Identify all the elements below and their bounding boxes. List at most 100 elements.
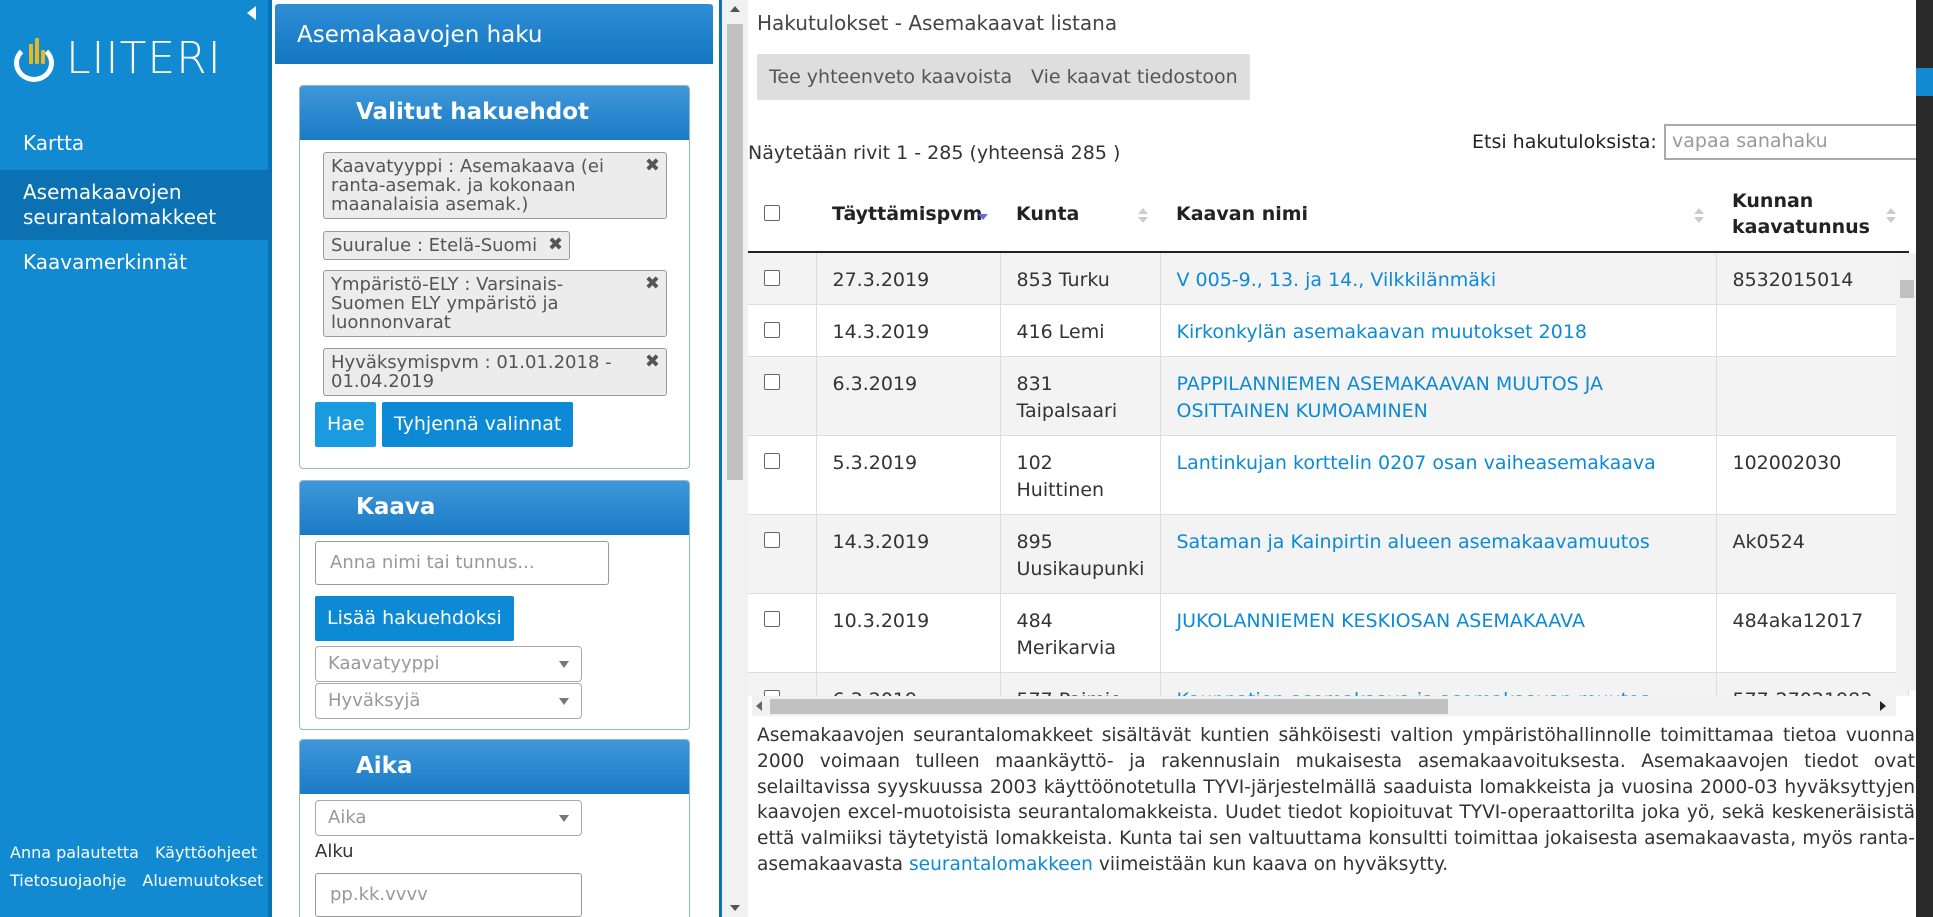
row-checkbox-cell [748, 514, 817, 594]
scroll-right-icon[interactable] [1880, 701, 1886, 711]
kunta-cell: 895 Uusikaupunki [1016, 531, 1145, 580]
kaavatunnus-cell: 8532015014 [1716, 251, 1909, 305]
results-title: Hakutulokset - Asemakaavat listana [757, 11, 1118, 35]
row-checkbox[interactable] [764, 611, 780, 627]
scrollbar-thumb[interactable] [1900, 280, 1914, 298]
kaavatunnus-cell: Ak0524 [1732, 531, 1805, 553]
aika-select[interactable]: Aika [315, 800, 582, 836]
remove-criteria-icon[interactable]: ✖ [548, 235, 563, 254]
privacy-link[interactable]: Tietosuojaohje [10, 871, 126, 890]
scrollbar-thumb[interactable] [770, 699, 1448, 714]
remove-criteria-icon[interactable]: ✖ [645, 156, 660, 175]
kaava-name-link[interactable]: PAPPILANNIEMEN ASEMAKAAVAN MUUTOS JA OSI… [1177, 373, 1604, 422]
kaavatunnus-cell [1716, 304, 1909, 357]
kaava-name-cell: JUKOLANNIEMEN KESKIOSAN ASEMAKAAVA [1160, 593, 1717, 673]
nav-item-kaavamerkinnat[interactable]: Kaavamerkinnät [0, 250, 268, 275]
aika-select-value: Aika [328, 807, 367, 828]
kaava-name-link[interactable]: Sataman ja Kainpirtin alueen asemakaavam… [1177, 531, 1650, 553]
search-button[interactable]: Hae [315, 402, 376, 447]
date-cell: 6.3.2019 [816, 672, 1001, 696]
export-button[interactable]: Vie kaavat tiedostoon [1019, 54, 1250, 100]
table-horizontal-scrollbar[interactable] [752, 696, 1896, 716]
logo[interactable]: LIITERI [14, 34, 222, 84]
date-cell: 5.3.2019 [816, 435, 1001, 515]
kaavatunnus-cell: 8532015014 [1732, 269, 1854, 291]
clear-selections-button[interactable]: Tyhjennä valinnat [382, 402, 574, 447]
kunta-cell: 853 Turku [1016, 269, 1110, 291]
row-checkbox-cell [748, 304, 817, 357]
kaavatyyppi-select-value: Kaavatyyppi [328, 653, 440, 674]
add-criteria-button[interactable]: Lisää hakuehdoksi [315, 596, 514, 641]
scrollbar-thumb[interactable] [727, 24, 743, 480]
kaava-heading[interactable]: Kaava [300, 481, 689, 535]
select-all-checkbox[interactable] [764, 204, 780, 221]
remove-criteria-icon[interactable]: ✖ [645, 352, 660, 371]
row-checkbox[interactable] [764, 374, 780, 390]
kaava-name-link[interactable]: Kirkonkylän asemakaavan muutokset 2018 [1177, 321, 1588, 343]
column-header-tayttamispvm[interactable]: Täyttämispvm [816, 176, 1000, 253]
summary-button[interactable]: Tee yhteenveto kaavoista [757, 54, 1025, 100]
scroll-up-icon[interactable] [730, 6, 740, 12]
row-checkbox-cell [748, 672, 817, 696]
criteria-chip-ymparisto-ely: Ympäristö-ELY : Varsinais-Suomen ELY ymp… [323, 270, 667, 337]
date-cell: 14.3.2019 [816, 514, 1001, 594]
kaava-name-cell: Kirkonkylän asemakaavan muutokset 2018 [1160, 304, 1717, 357]
column-header-kaavatunnus[interactable]: Kunnan kaavatunnus [1716, 176, 1908, 253]
hyvaksyja-select-value: Hyväksyjä [328, 690, 421, 711]
collapse-sidebar-icon[interactable] [247, 6, 256, 20]
seurantalomake-link[interactable]: seurantalomakkeen [909, 854, 1093, 875]
table-row[interactable]: 6.3.2019 577 Paimio Kauppatien asemakaava … [748, 672, 1909, 696]
kaava-name-cell: PAPPILANNIEMEN ASEMAKAAVAN MUUTOS JA OSI… [1160, 356, 1717, 436]
date-cell: 14.3.2019 [832, 531, 930, 553]
nav-item-kartta[interactable]: Kartta [0, 128, 268, 160]
row-checkbox-cell [748, 356, 817, 436]
kaava-name-link[interactable]: JUKOLANNIEMEN KESKIOSAN ASEMAKAAVA [1177, 610, 1585, 632]
kaava-name-link[interactable]: V 005-9., 13. ja 14., Vilkkilänmäki [1177, 269, 1497, 291]
edge-tab [1916, 68, 1933, 96]
user-guide-link[interactable]: Käyttöohjeet [155, 843, 257, 862]
aika-heading[interactable]: Aika [300, 740, 689, 794]
start-date-input[interactable]: pp.kk.vvvv [315, 873, 582, 917]
row-checkbox[interactable] [764, 322, 780, 338]
table-row[interactable]: 14.3.2019 416 Lemi Kirkonkylän asemakaavan… [748, 304, 1909, 357]
selected-criteria-section: Valitut hakuehdot Kaavatyyppi : Asemakaa… [299, 85, 690, 469]
scroll-left-icon[interactable] [756, 701, 762, 711]
kunta-cell: 831 Taipalsaari [1000, 356, 1161, 436]
kaava-name-cell: V 005-9., 13. ja 14., Vilkkilänmäki [1160, 251, 1717, 305]
kaavatyyppi-select[interactable]: Kaavatyyppi [315, 646, 582, 682]
sort-icon [1694, 208, 1704, 224]
selected-criteria-heading[interactable]: Valitut hakuehdot [300, 86, 689, 140]
kaavatunnus-cell: Ak0524 [1716, 514, 1909, 594]
hyvaksyja-select[interactable]: Hyväksyjä [315, 683, 582, 719]
scroll-down-icon[interactable] [730, 905, 740, 911]
table-row[interactable]: 5.3.2019 102 Huittinen Lantinkujan korttel… [748, 435, 1909, 515]
kaava-name-link[interactable]: Kauppatien asemakaava ja asemakaavan muu… [1177, 689, 1650, 696]
table-row[interactable]: 27.3.2019 853 Turku V 005-9., 13. ja 14., … [748, 251, 1909, 305]
start-date-label: Alku [315, 841, 354, 862]
column-header-kunta[interactable]: Kunta [1000, 176, 1160, 253]
kaava-name-input[interactable]: Anna nimi tai tunnus... [315, 541, 609, 585]
table-row[interactable]: 14.3.2019 895 Uusikaupunki Sataman ja Kain… [748, 514, 1909, 594]
row-checkbox[interactable] [764, 453, 780, 469]
criteria-chip-kaavatyyppi: Kaavatyyppi : Asemakaava (ei ranta-asema… [323, 152, 667, 219]
kaavatunnus-cell: 484aka12017 [1732, 610, 1864, 632]
table-row[interactable]: 10.3.2019 484 Merikarvia JUKOLANNIEMEN KES… [748, 593, 1909, 673]
feedback-link[interactable]: Anna palautetta [10, 843, 139, 862]
description-body: Asemakaavojen seurantalomakkeet sisältäv… [757, 725, 1915, 875]
search-panel-scrollbar[interactable] [722, 0, 748, 917]
area-changes-link[interactable]: Aluemuutokset [142, 871, 263, 890]
row-checkbox[interactable] [764, 270, 780, 286]
kunta-cell: 895 Uusikaupunki [1000, 514, 1161, 594]
filter-input[interactable]: vapaa sanahaku [1664, 124, 1924, 160]
results-table-wrapper: Täyttämispvm Kunta Kaavan nimi Kunnan ka… [748, 176, 1916, 696]
table-row[interactable]: 6.3.2019 831 Taipalsaari PAPPILANNIEMEN AS… [748, 356, 1909, 436]
kaava-name-link[interactable]: Lantinkujan korttelin 0207 osan vaihease… [1177, 452, 1656, 474]
table-vertical-scrollbar[interactable] [1896, 254, 1916, 690]
sort-desc-icon [978, 208, 988, 224]
column-label: Kunta [1016, 202, 1080, 225]
nav-item-asemakaavojen-seurantalomakkeet[interactable]: Asemakaavojen seurantalomakkeet [0, 170, 268, 240]
description-text: Asemakaavojen seurantalomakkeet sisältäv… [757, 723, 1915, 878]
remove-criteria-icon[interactable]: ✖ [645, 274, 660, 293]
column-header-kaavan-nimi[interactable]: Kaavan nimi [1160, 176, 1716, 253]
row-checkbox[interactable] [764, 532, 780, 548]
